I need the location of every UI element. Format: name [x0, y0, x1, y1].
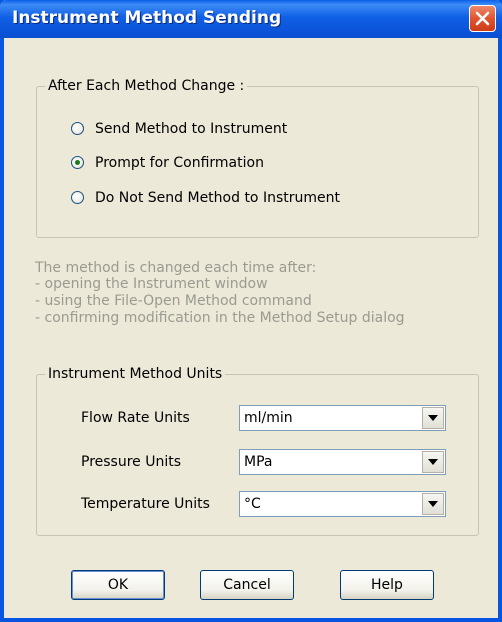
info-line: - confirming modification in the Method … [35, 310, 405, 326]
info-line: - opening the Instrument window [35, 276, 268, 292]
close-icon [475, 11, 490, 26]
cancel-button[interactable]: Cancel [200, 570, 294, 600]
chevron-down-icon [428, 501, 438, 507]
chevron-down-icon [428, 415, 438, 421]
after-method-change-group: After Each Method Change : Send Method t… [36, 77, 479, 238]
flow-rate-dropdown-button[interactable] [422, 407, 444, 429]
method-units-legend: Instrument Method Units [45, 365, 226, 383]
close-button[interactable] [469, 5, 496, 32]
after-method-change-legend: After Each Method Change : [45, 77, 248, 95]
prompt-confirmation-label[interactable]: Prompt for Confirmation [95, 153, 264, 173]
send-method-radio[interactable] [71, 122, 84, 135]
method-units-group: Instrument Method Units Flow Rate Units … [36, 365, 479, 536]
flow-rate-label: Flow Rate Units [81, 410, 190, 426]
flow-rate-value: ml/min [244, 410, 293, 426]
do-not-send-label[interactable]: Do Not Send Method to Instrument [95, 188, 340, 208]
help-button[interactable]: Help [340, 570, 434, 600]
do-not-send-radio[interactable] [71, 191, 84, 204]
temperature-label: Temperature Units [81, 496, 210, 512]
info-line: The method is changed each time after: [35, 260, 317, 276]
instrument-method-sending-dialog: Instrument Method Sending After Each Met… [0, 0, 502, 622]
temperature-select[interactable]: °C [239, 491, 446, 517]
window-title: Instrument Method Sending [12, 8, 282, 28]
pressure-select[interactable]: MPa [239, 449, 446, 475]
temperature-value: °C [244, 496, 261, 512]
flow-rate-select[interactable]: ml/min [239, 405, 446, 431]
pressure-label: Pressure Units [81, 454, 182, 470]
title-bar[interactable]: Instrument Method Sending [0, 0, 502, 38]
pressure-value: MPa [244, 454, 273, 470]
chevron-down-icon [428, 459, 438, 465]
send-method-label[interactable]: Send Method to Instrument [95, 119, 287, 139]
pressure-dropdown-button[interactable] [422, 451, 444, 473]
temperature-dropdown-button[interactable] [422, 493, 444, 515]
prompt-confirmation-radio[interactable] [71, 156, 84, 169]
ok-button[interactable]: OK [71, 570, 165, 600]
info-line: - using the File-Open Method command [35, 293, 312, 309]
